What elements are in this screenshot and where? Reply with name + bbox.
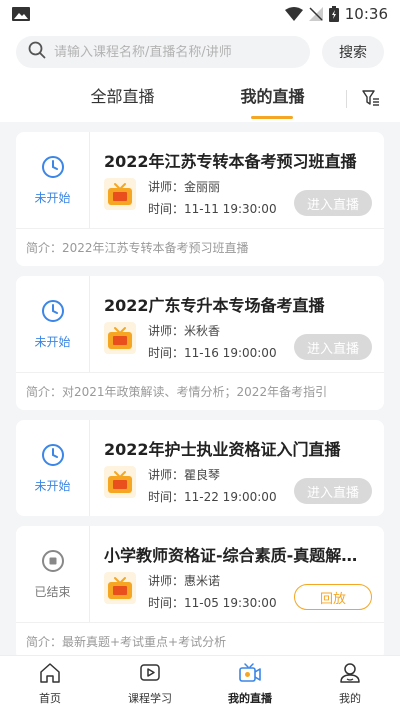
nav-label: 首页 (39, 691, 61, 705)
tab-label: 全部直播 (90, 87, 155, 106)
home-icon (39, 662, 61, 690)
no-signal-icon (308, 7, 323, 21)
status-label: 已结束 (34, 584, 71, 599)
time-text: 时间：11-16 19:00:00 (148, 346, 277, 360)
status-column: 未开始 (16, 276, 90, 372)
tab-my-live[interactable]: 我的直播 (210, 76, 335, 122)
active-tab-indicator (251, 116, 293, 119)
nav-label: 我的 (339, 691, 361, 705)
clock-time: 10:36 (344, 5, 388, 23)
gallery-icon (12, 7, 30, 21)
live-title: 2022年江苏专转本备考预习班直播 (104, 152, 357, 171)
tab-divider (346, 90, 347, 108)
nav-home[interactable]: 首页 (0, 656, 100, 711)
live-title: 2022广东专升本专场备考直播 (104, 296, 325, 315)
live-card[interactable]: 未开始 2022年江苏专转本备考预习班直播 讲师：金丽丽 时间：11-11 19… (16, 132, 384, 266)
intro-text: 简介：对2021年政策解读、考情分析；2022年备考指引 (16, 372, 384, 410)
search-input[interactable] (54, 44, 298, 60)
tv-icon (104, 178, 136, 210)
time-text: 时间：11-22 19:00:00 (148, 490, 277, 504)
replay-button[interactable]: 回放 (294, 584, 372, 610)
live-card[interactable]: 未开始 2022年护士执业资格证入门直播 讲师：瞿良琴 时间：11-22 19:… (16, 420, 384, 516)
tv-icon (104, 572, 136, 604)
clock-icon (41, 443, 65, 471)
enter-live-button[interactable]: 进入直播 (294, 478, 372, 504)
nav-label: 课程学习 (128, 691, 172, 705)
live-camera-icon (238, 662, 262, 690)
stop-icon (41, 549, 65, 577)
teacher-text: 讲师：瞿良琴 (148, 468, 221, 482)
status-label: 未开始 (34, 190, 71, 205)
enter-live-button[interactable]: 进入直播 (294, 190, 372, 216)
tab-bar: 全部直播 我的直播 (0, 76, 400, 122)
status-label: 未开始 (34, 334, 71, 349)
status-column: 已结束 (16, 526, 90, 622)
live-title: 2022年护士执业资格证入门直播 (104, 440, 341, 459)
intro-text: 简介：2022年江苏专转本备考预习班直播 (16, 228, 384, 266)
search-box[interactable] (16, 36, 310, 68)
search-row: 搜索 (0, 28, 400, 76)
teacher-text: 讲师：米秋香 (148, 324, 221, 338)
bottom-nav: 首页 课程学习 我的直播 我的 (0, 655, 400, 711)
tab-all-live[interactable]: 全部直播 (60, 76, 185, 122)
user-icon (339, 662, 361, 690)
live-card[interactable]: 已结束 小学教师资格证-综合素质-真题解析... 讲师：惠米诺 时间：11-05… (16, 526, 384, 660)
live-list: 未开始 2022年江苏专转本备考预习班直播 讲师：金丽丽 时间：11-11 19… (16, 132, 384, 670)
tab-label: 我的直播 (240, 87, 305, 106)
wifi-icon (284, 7, 303, 21)
clock-icon (41, 155, 65, 183)
clock-icon (41, 299, 65, 327)
filter-icon[interactable] (362, 89, 380, 111)
nav-my-live[interactable]: 我的直播 (200, 656, 300, 711)
battery-icon (328, 6, 339, 22)
live-card[interactable]: 未开始 2022广东专升本专场备考直播 讲师：米秋香 时间：11-16 19:0… (16, 276, 384, 410)
status-column: 未开始 (16, 420, 90, 516)
nav-course[interactable]: 课程学习 (100, 656, 200, 711)
tv-icon (104, 322, 136, 354)
search-button[interactable]: 搜索 (322, 36, 384, 68)
status-column: 未开始 (16, 132, 90, 228)
enter-live-button[interactable]: 进入直播 (294, 334, 372, 360)
live-title: 小学教师资格证-综合素质-真题解析... (104, 546, 372, 565)
search-icon (28, 41, 46, 63)
status-label: 未开始 (34, 478, 71, 493)
nav-label: 我的直播 (228, 691, 272, 705)
teacher-text: 讲师：金丽丽 (148, 180, 221, 194)
tv-icon (104, 466, 136, 498)
nav-profile[interactable]: 我的 (300, 656, 400, 711)
play-icon (139, 662, 161, 690)
time-text: 时间：11-05 19:30:00 (148, 596, 277, 610)
teacher-text: 讲师：惠米诺 (148, 574, 221, 588)
status-bar: 10:36 (0, 0, 400, 28)
time-text: 时间：11-11 19:30:00 (148, 202, 277, 216)
